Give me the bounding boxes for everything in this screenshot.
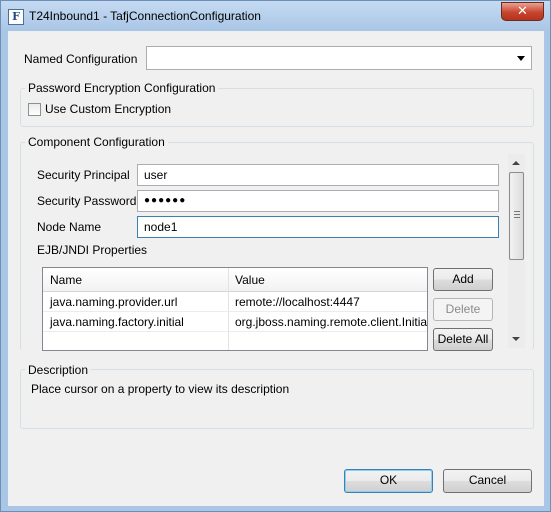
property-name-cell[interactable]: java.naming.provider.url (43, 292, 228, 312)
title-bar[interactable]: F T24Inbound1 - TafjConnectionConfigurat… (1, 1, 550, 31)
table-header: Name Value (43, 268, 427, 292)
component-configuration-title: Component Configuration (25, 135, 168, 149)
delete-all-button[interactable]: Delete All (433, 328, 493, 351)
description-text: Place cursor on a property to view its d… (31, 382, 290, 396)
chevron-down-icon (517, 56, 525, 61)
named-configuration-label: Named Configuration (24, 52, 138, 66)
scroll-up-icon[interactable] (512, 161, 520, 165)
named-configuration-select[interactable] (146, 46, 532, 70)
grip-line (514, 214, 520, 215)
security-password-input[interactable]: ●●●●●● (137, 190, 499, 212)
description-title: Description (25, 363, 92, 377)
use-custom-encryption-label: Use Custom Encryption (45, 102, 172, 116)
scrollbar-thumb[interactable] (509, 172, 524, 260)
property-value-cell[interactable]: org.jboss.naming.remote.client.InitialCo… (228, 312, 427, 332)
grip-line (514, 211, 520, 212)
property-value-cell[interactable]: remote://localhost:4447 (228, 292, 427, 312)
window-frame: F T24Inbound1 - TafjConnectionConfigurat… (0, 0, 551, 512)
table-row[interactable]: java.naming.factory.initial org.jboss.na… (43, 312, 427, 332)
column-header-name[interactable]: Name (43, 268, 82, 292)
security-principal-input[interactable]: user (137, 164, 499, 186)
use-custom-encryption-checkbox[interactable] (28, 103, 41, 116)
properties-table[interactable]: Name Value java.naming.provider.url remo… (42, 267, 428, 351)
password-encryption-group: Password Encryption Configuration Use Cu… (20, 81, 534, 127)
node-name-label: Node Name (37, 220, 102, 234)
delete-button[interactable]: Delete (433, 298, 493, 321)
ejb-jndi-properties-label: EJB/JNDI Properties (37, 243, 148, 257)
add-button[interactable]: Add (433, 268, 493, 291)
vertical-scrollbar[interactable] (508, 154, 525, 348)
grip-line (514, 217, 520, 218)
node-name-input[interactable]: node1 (137, 216, 499, 238)
column-header-value[interactable]: Value (228, 268, 265, 292)
dialog-client-area: Named Configuration Password Encryption … (8, 31, 544, 506)
app-icon: F (8, 9, 24, 25)
property-name-cell[interactable]: java.naming.factory.initial (43, 312, 228, 332)
close-button[interactable]: ✕ (501, 2, 544, 21)
security-principal-label: Security Principal (37, 168, 130, 182)
table-row-empty[interactable] (43, 332, 427, 350)
table-row[interactable]: java.naming.provider.url remote://localh… (43, 292, 427, 312)
cancel-button[interactable]: Cancel (443, 469, 532, 493)
ok-button[interactable]: OK (344, 469, 433, 493)
security-password-label: Security Password (37, 194, 137, 208)
password-encryption-title: Password Encryption Configuration (25, 81, 219, 95)
scroll-down-icon[interactable] (512, 337, 520, 341)
description-group: Description Place cursor on a property t… (20, 363, 534, 429)
window-title: T24Inbound1 - TafjConnectionConfiguratio… (29, 9, 261, 23)
